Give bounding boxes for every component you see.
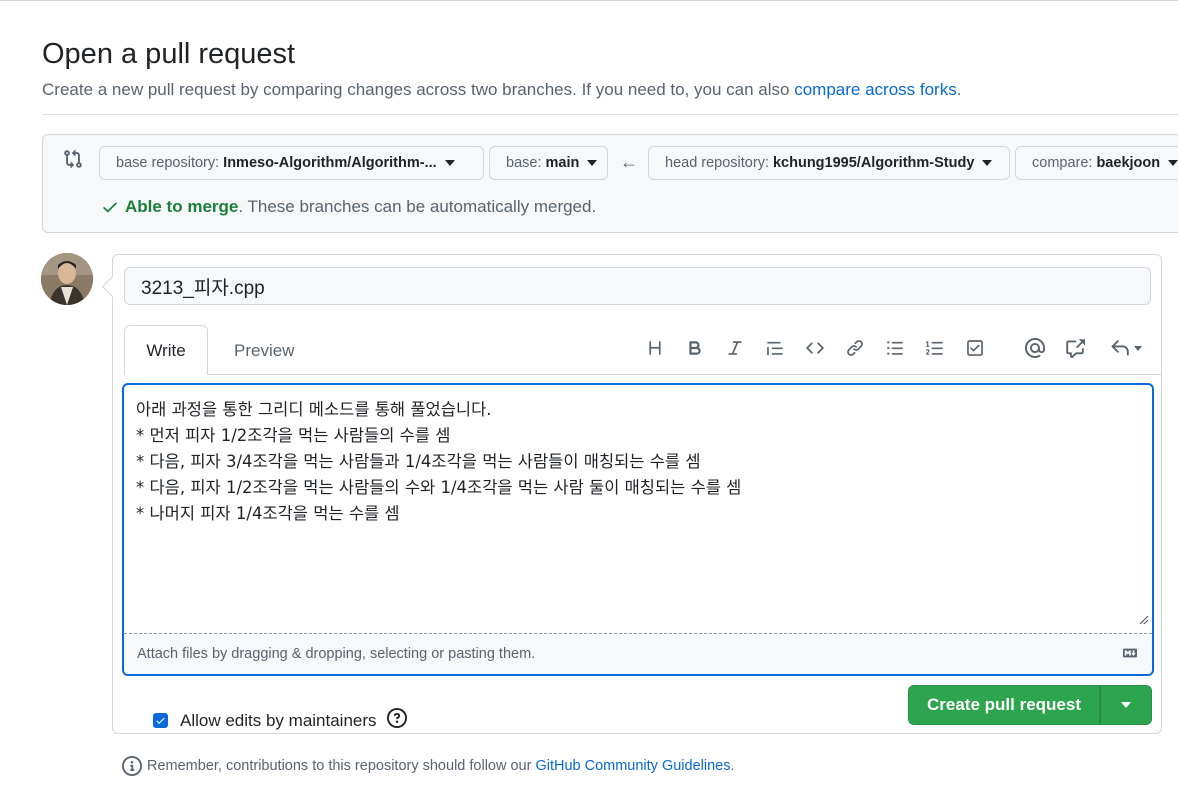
community-guidelines-note: Remember, contributions to this reposito… xyxy=(122,756,735,776)
head-repository-value: kchung1995/Algorithm-Study xyxy=(772,155,975,171)
base-repository-select[interactable]: base repository: Inmeso-Algorithm/Algori… xyxy=(99,146,484,180)
link-icon[interactable] xyxy=(842,335,868,361)
page-title: Open a pull request xyxy=(42,38,296,70)
header-divider xyxy=(42,114,1178,115)
compare-branch-label: compare: xyxy=(1032,155,1093,171)
body-line: * 나머지 피자 1/4조각을 먹는 수를 셈 xyxy=(136,504,400,523)
body-line: * 다음, 피자 3/4조각을 먹는 사람들과 1/4조각을 먹는 사람들이 매… xyxy=(136,452,701,471)
chevron-down-icon xyxy=(587,160,598,166)
base-branch-label: base: xyxy=(506,155,542,171)
question-icon[interactable] xyxy=(386,708,407,733)
compare-branch-select[interactable]: compare: baekjoon xyxy=(1015,146,1178,180)
info-icon xyxy=(122,756,142,776)
git-compare-icon xyxy=(63,149,83,174)
allow-edits-label[interactable]: Allow edits by maintainers xyxy=(180,711,377,731)
base-repository-value: Inmeso-Algorithm/Algorithm-... xyxy=(223,155,437,171)
chevron-down-icon xyxy=(1168,160,1178,166)
avatar[interactable] xyxy=(41,253,93,305)
branch-range-editor: base repository: Inmeso-Algorithm/Algori… xyxy=(42,134,1178,233)
bold-icon[interactable] xyxy=(682,335,708,361)
chevron-down-icon xyxy=(982,160,993,166)
top-divider xyxy=(0,0,1178,1)
head-repository-select[interactable]: head repository: kchung1995/Algorithm-St… xyxy=(648,146,1010,180)
body-line: * 먼저 피자 1/2조각을 먹는 사람들의 수를 셈 xyxy=(136,426,451,445)
code-icon[interactable] xyxy=(802,335,828,361)
pr-body-text: 아래 과정을 통한 그리디 메소드를 통해 풀었습니다. * 먼저 피자 1/2조… xyxy=(136,397,741,527)
create-pull-request-group: Create pull request xyxy=(908,685,1152,725)
page-subtitle: Create a new pull request by comparing c… xyxy=(42,80,961,100)
pull-request-form: Write Preview xyxy=(112,254,1162,734)
file-attachment-bar[interactable]: Attach files by dragging & dropping, sel… xyxy=(124,633,1152,674)
attach-files-text: Attach files by dragging & dropping, sel… xyxy=(137,646,536,662)
merge-status: Able to merge . These branches can be au… xyxy=(101,197,596,217)
remember-suffix: . xyxy=(730,758,735,774)
mention-icon[interactable] xyxy=(1022,335,1048,361)
markdown-icon[interactable] xyxy=(1120,646,1140,664)
chevron-down-icon xyxy=(444,160,455,166)
head-repository-label: head repository: xyxy=(665,155,769,171)
tab-write[interactable]: Write xyxy=(124,325,208,375)
unordered-list-icon[interactable] xyxy=(882,335,908,361)
compare-across-forks-link[interactable]: compare across forks xyxy=(794,80,957,99)
body-line: 아래 과정을 통한 그리디 메소드를 통해 풀었습니다. xyxy=(136,400,492,419)
community-guidelines-link[interactable]: GitHub Community Guidelines xyxy=(535,758,730,774)
subtitle-text: Create a new pull request by comparing c… xyxy=(42,80,795,99)
allow-edits-checkbox[interactable] xyxy=(153,713,168,728)
reply-icon[interactable] xyxy=(1108,335,1144,361)
ordered-list-icon[interactable] xyxy=(922,335,948,361)
remember-text: Remember, contributions to this reposito… xyxy=(147,758,532,774)
tabbar-divider xyxy=(208,374,1161,375)
merge-ok-text: Able to merge xyxy=(125,197,239,216)
create-options-dropdown[interactable] xyxy=(1100,685,1152,725)
chevron-down-icon xyxy=(1121,702,1131,708)
compare-branch-value: baekjoon xyxy=(1096,155,1161,171)
arrow-left-icon: ← xyxy=(620,152,638,172)
body-line: * 다음, 피자 1/2조각을 먹는 사람들의 수와 1/4조각을 먹는 사람 … xyxy=(136,478,742,497)
tab-preview[interactable]: Preview xyxy=(234,341,294,361)
task-list-icon[interactable] xyxy=(962,335,988,361)
check-icon xyxy=(103,202,117,213)
base-branch-value: main xyxy=(545,155,580,171)
merge-message: . These branches can be automatically me… xyxy=(238,197,597,216)
chevron-down-icon xyxy=(1134,345,1142,351)
base-branch-select[interactable]: base: main xyxy=(489,146,608,180)
pr-body-textarea[interactable]: 아래 과정을 통한 그리디 메소드를 통해 풀었습니다. * 먼저 피자 1/2조… xyxy=(122,383,1154,676)
resize-handle-icon[interactable] xyxy=(1139,612,1149,630)
allow-edits-option: Allow edits by maintainers xyxy=(153,708,407,733)
quote-icon[interactable] xyxy=(762,335,788,361)
create-pull-request-button[interactable]: Create pull request xyxy=(908,685,1100,725)
editor-tabbar: Write Preview xyxy=(113,325,1161,375)
pr-title-input[interactable] xyxy=(124,267,1151,305)
cross-reference-icon[interactable] xyxy=(1062,335,1088,361)
subtitle-suffix: . xyxy=(956,80,962,99)
italic-icon[interactable] xyxy=(722,335,748,361)
base-repository-label: base repository: xyxy=(116,155,220,171)
heading-icon[interactable] xyxy=(642,335,668,361)
